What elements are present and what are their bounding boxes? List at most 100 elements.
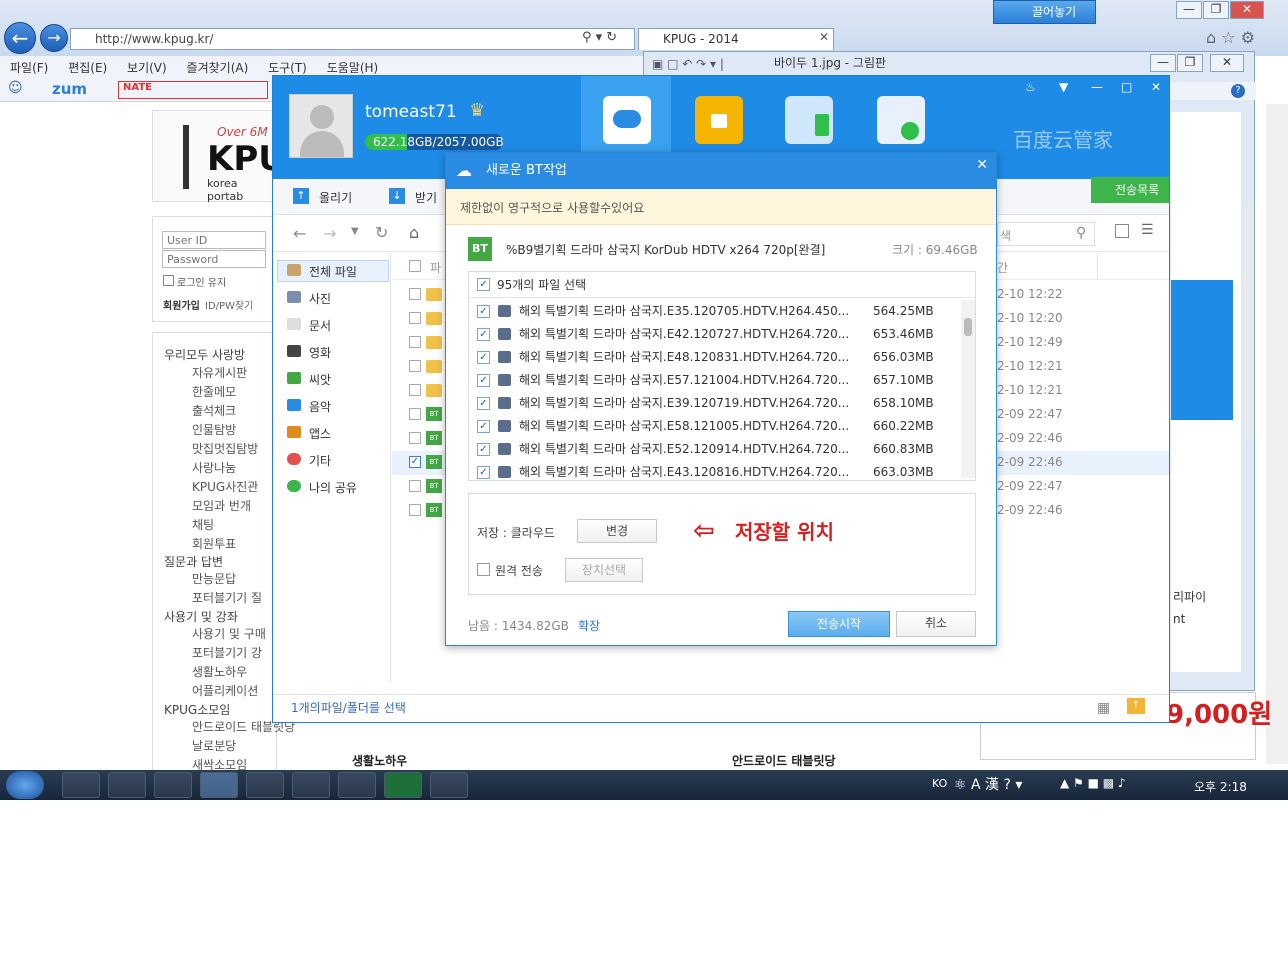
clock[interactable]: 오후 2:18: [1194, 778, 1247, 795]
file-row[interactable]: ✓ 해외 특별기획 드라마 삼국지.E39.120719.HDTV.H264.72…: [469, 392, 959, 415]
address-bar[interactable]: http://www.kpug.kr/: [70, 28, 635, 50]
help-icon[interactable]: ?: [1231, 84, 1245, 98]
paint-restore-button[interactable]: ❐: [1177, 54, 1203, 72]
row-checkbox-checked[interactable]: ✓: [409, 456, 421, 468]
forward-button[interactable]: →: [40, 24, 68, 52]
tree-item[interactable]: 사용기 및 강좌: [164, 608, 238, 625]
avatar[interactable]: [289, 94, 353, 158]
taskbar-app[interactable]: [430, 772, 468, 798]
row-checkbox[interactable]: [409, 432, 421, 444]
taskbar-app[interactable]: [292, 772, 330, 798]
tree-item[interactable]: 사용기 및 구매: [192, 625, 266, 642]
category-docs[interactable]: 문서: [287, 317, 331, 334]
tree-item[interactable]: 포터블기기 질: [192, 589, 262, 606]
close-button[interactable]: ✕: [1230, 1, 1264, 19]
refresh-icon[interactable]: ↻: [375, 223, 388, 242]
nav-back-icon[interactable]: ←: [293, 224, 306, 243]
tree-item[interactable]: 모임과 번개: [192, 497, 251, 514]
menu-view[interactable]: 보기(V): [127, 59, 167, 76]
grid-view-icon[interactable]: ▦: [1097, 700, 1110, 716]
home-icon[interactable]: ⌂: [409, 223, 419, 242]
category-all[interactable]: 전체 파일: [287, 263, 357, 280]
tree-item[interactable]: 출석체크: [192, 402, 236, 419]
remote-transfer-checkbox[interactable]: [477, 563, 490, 576]
file-row[interactable]: ✓ 해외 특별기획 드라마 삼국지.E35.120705.HDTV.H264.45…: [469, 300, 959, 323]
tab-close-icon[interactable]: ✕: [819, 30, 829, 44]
user-id-input[interactable]: [162, 231, 266, 249]
row-checkbox[interactable]: [409, 384, 421, 396]
fav-nate[interactable]: NATE: [118, 81, 268, 99]
menu-edit[interactable]: 편집(E): [68, 59, 107, 76]
tree-item[interactable]: 포터블기기 강: [192, 644, 262, 661]
dropdown-icon[interactable]: ▼: [1059, 80, 1068, 94]
baidu-close-button[interactable]: ✕: [1151, 80, 1161, 94]
tree-item[interactable]: 생활노하우: [192, 663, 247, 680]
bell-icon[interactable]: ♨: [1025, 80, 1036, 94]
scroll-thumb[interactable]: [964, 318, 972, 336]
section-heading[interactable]: 안드로이드 태블릿당: [732, 752, 836, 769]
row-checkbox[interactable]: [409, 480, 421, 492]
taskbar-folder[interactable]: [154, 772, 192, 798]
baidu-maximize-button[interactable]: □: [1121, 80, 1132, 94]
section-heading[interactable]: 생활노하우: [352, 752, 407, 769]
download-button[interactable]: 받기: [415, 189, 437, 206]
category-other[interactable]: 기타: [287, 452, 331, 469]
tree-item[interactable]: 만능문답: [192, 570, 236, 587]
taskbar-baidu[interactable]: [200, 772, 238, 798]
select-all-checkbox[interactable]: [409, 260, 421, 272]
devices-icon[interactable]: [785, 96, 833, 144]
paint-scrollbar[interactable]: [1241, 202, 1253, 442]
tree-item[interactable]: KPUG사진관: [192, 478, 258, 495]
file-row[interactable]: ✓ 해외 특별기획 드라마 삼국지.E42.120727.HDTV.H264.72…: [469, 323, 959, 346]
taskbar-ie[interactable]: [108, 772, 146, 798]
tree-item[interactable]: 어플리케이션: [192, 682, 258, 699]
site-logo[interactable]: Over 6M KPU korea portab: [152, 110, 286, 203]
category-apps[interactable]: 앱스: [287, 425, 331, 442]
tree-item[interactable]: 사랑나눔: [192, 459, 236, 476]
baidu-minimize-button[interactable]: —: [1091, 80, 1103, 94]
file-row[interactable]: ✓ 해외 특별기획 드라마 삼국지.E43.120816.HDTV.H264.72…: [469, 461, 959, 484]
taskbar-excel[interactable]: [384, 772, 422, 798]
language-indicator[interactable]: KO: [932, 777, 947, 790]
paint-quick-access-icons[interactable]: ▣ □ ↶ ↷ ▾ |: [652, 53, 724, 75]
tree-item[interactable]: 자유게시판: [192, 364, 247, 381]
password-input[interactable]: [162, 250, 266, 268]
tree-item[interactable]: 날로분당: [192, 737, 236, 754]
cancel-button[interactable]: 취소: [896, 611, 976, 637]
row-checkbox[interactable]: [409, 288, 421, 300]
category-photo[interactable]: 사진: [287, 290, 331, 307]
tree-item[interactable]: KPUG소모임: [164, 701, 230, 718]
upload-icon[interactable]: ↑: [293, 188, 309, 204]
download-icon[interactable]: ↓: [389, 188, 405, 204]
ime-icons[interactable]: ⚛ A 漢 ? ▾: [954, 774, 1022, 794]
search-icon[interactable]: ⚲: [1076, 225, 1086, 241]
menu-help[interactable]: 도움말(H): [327, 59, 379, 76]
view-list-icon[interactable]: ☰: [1141, 222, 1154, 238]
device-select-button[interactable]: 장치선택: [565, 558, 643, 582]
row-checkbox[interactable]: [409, 360, 421, 372]
row-checkbox[interactable]: [409, 312, 421, 324]
tree-item[interactable]: 한줄메모: [192, 383, 236, 400]
favorites-icon[interactable]: ☺: [8, 80, 23, 96]
col-time[interactable]: 간: [997, 259, 1008, 276]
file-row[interactable]: ✓ 해외 특별기획 드라마 삼국지.E57.121004.HDTV.H264.72…: [469, 369, 959, 392]
upload-folder-icon[interactable]: ↑: [1127, 698, 1145, 714]
tab-kpug[interactable]: KPUG - 2014: [638, 28, 834, 50]
upload-button[interactable]: 올리기: [319, 189, 352, 206]
back-button[interactable]: ←: [4, 22, 36, 54]
tree-item[interactable]: 인물탐방: [192, 421, 236, 438]
row-checkbox[interactable]: [409, 336, 421, 348]
start-button[interactable]: [6, 771, 44, 799]
menu-favorites[interactable]: 즐겨찾기(A): [187, 59, 249, 76]
tree-item[interactable]: 질문과 답변: [164, 553, 223, 570]
expand-link[interactable]: 확장: [578, 617, 600, 634]
paint-minimize-button[interactable]: —: [1150, 54, 1176, 72]
transfer-list-button[interactable]: 전송목록: [1091, 177, 1169, 203]
dialog-close-icon[interactable]: ✕: [976, 153, 988, 177]
file-row[interactable]: ✓ 해외 특별기획 드라마 삼국지.E52.120914.HDTV.H264.72…: [469, 438, 959, 461]
restore-button[interactable]: ❐: [1203, 1, 1229, 19]
file-row[interactable]: ✓ 해외 특별기획 드라마 삼국지.E48.120831.HDTV.H264.72…: [469, 346, 959, 369]
pin-button[interactable]: 끌어놓기: [993, 0, 1096, 24]
taskbar-app[interactable]: [246, 772, 284, 798]
file-list-scrollbar[interactable]: [961, 300, 975, 478]
